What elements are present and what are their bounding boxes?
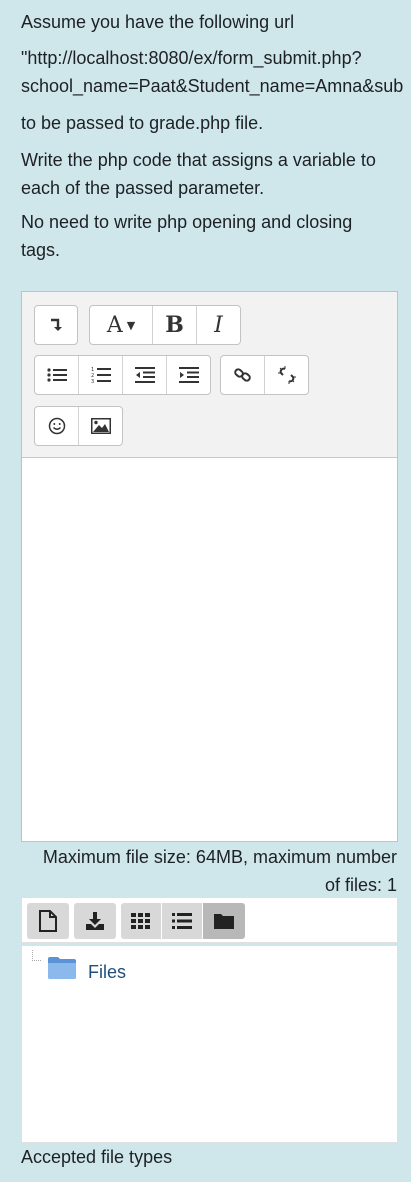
collapse-icon bbox=[51, 318, 62, 331]
file-limits-line-2: of files: 1 bbox=[324, 875, 397, 895]
question-line: tags. bbox=[21, 240, 61, 260]
chevron-down-icon: ▼ bbox=[126, 318, 136, 332]
question-url-line-2: school_name=Paat&Student_name=Amna&sub bbox=[21, 76, 404, 96]
icons-view-button[interactable] bbox=[121, 903, 161, 939]
toolbar-group-links bbox=[220, 355, 309, 395]
filepicker-toolbar bbox=[21, 897, 398, 943]
unlink-button[interactable] bbox=[264, 356, 308, 394]
indent-button[interactable] bbox=[166, 356, 210, 394]
download-all-button[interactable] bbox=[74, 903, 116, 939]
toolbar-group-collapse bbox=[34, 305, 78, 345]
add-file-button[interactable] bbox=[27, 903, 69, 939]
unlink-icon bbox=[277, 366, 296, 384]
indent-icon bbox=[178, 367, 199, 383]
filepicker-area: Files bbox=[21, 945, 398, 1143]
italic-button[interactable]: I bbox=[196, 306, 240, 344]
svg-text:3: 3 bbox=[91, 379, 94, 384]
question-line: to be passed to grade.php file. bbox=[21, 113, 264, 133]
editor-content-area[interactable] bbox=[22, 458, 397, 841]
accepted-file-types-label: Accepted file types bbox=[21, 1147, 173, 1167]
toolbar-group-insert bbox=[34, 406, 123, 446]
question-url-line-1: "http://localhost:8080/ex/form_submit.ph… bbox=[21, 48, 362, 68]
file-limits-line-1: Maximum file size: 64MB, maximum number bbox=[42, 847, 397, 867]
folder-icon[interactable] bbox=[47, 956, 77, 985]
question-line: each of the passed parameter. bbox=[21, 178, 265, 198]
italic-icon: I bbox=[214, 312, 223, 338]
bold-button[interactable]: B bbox=[152, 306, 196, 344]
rich-text-editor: A ▼ B I 1 2 3 bbox=[21, 291, 398, 842]
list-view-icon bbox=[172, 913, 192, 929]
numbered-list-icon: 1 2 3 bbox=[91, 367, 111, 384]
tree-view-button[interactable] bbox=[203, 903, 245, 939]
smiley-icon bbox=[48, 417, 65, 435]
list-view-button[interactable] bbox=[162, 903, 202, 939]
question-line: Assume you have the following url bbox=[21, 12, 295, 32]
paragraph-styles-button[interactable]: A ▼ bbox=[90, 306, 152, 344]
toggle-toolbar-button[interactable] bbox=[35, 306, 77, 344]
emoticon-button[interactable] bbox=[35, 407, 78, 445]
font-styles-icon: A bbox=[106, 312, 123, 338]
image-button[interactable] bbox=[78, 407, 122, 445]
tree-view-icon bbox=[214, 914, 234, 929]
link-button[interactable] bbox=[221, 356, 264, 394]
question-line: Write the php code that assigns a variab… bbox=[21, 150, 376, 170]
icons-view-icon bbox=[131, 913, 150, 929]
outdent-button[interactable] bbox=[122, 356, 166, 394]
tree-connector bbox=[32, 950, 41, 961]
toolbar-group-lists: 1 2 3 bbox=[34, 355, 211, 395]
image-icon bbox=[90, 418, 111, 434]
link-icon bbox=[233, 368, 251, 382]
add-file-icon bbox=[39, 910, 57, 932]
file-limits-info: Maximum file size: 64MB, maximum number … bbox=[21, 843, 397, 899]
outdent-icon bbox=[134, 367, 155, 383]
bullet-list-icon bbox=[46, 368, 67, 382]
question-line: No need to write php opening and closing bbox=[21, 212, 353, 232]
bold-icon: B bbox=[165, 312, 184, 338]
ordered-list-button[interactable]: 1 2 3 bbox=[78, 356, 122, 394]
toolbar-group-text: A ▼ B I bbox=[89, 305, 241, 345]
editor-toolbar: A ▼ B I 1 2 3 bbox=[22, 292, 397, 458]
unordered-list-button[interactable] bbox=[35, 356, 78, 394]
download-icon bbox=[86, 912, 104, 930]
folder-label[interactable]: Files bbox=[88, 962, 126, 983]
